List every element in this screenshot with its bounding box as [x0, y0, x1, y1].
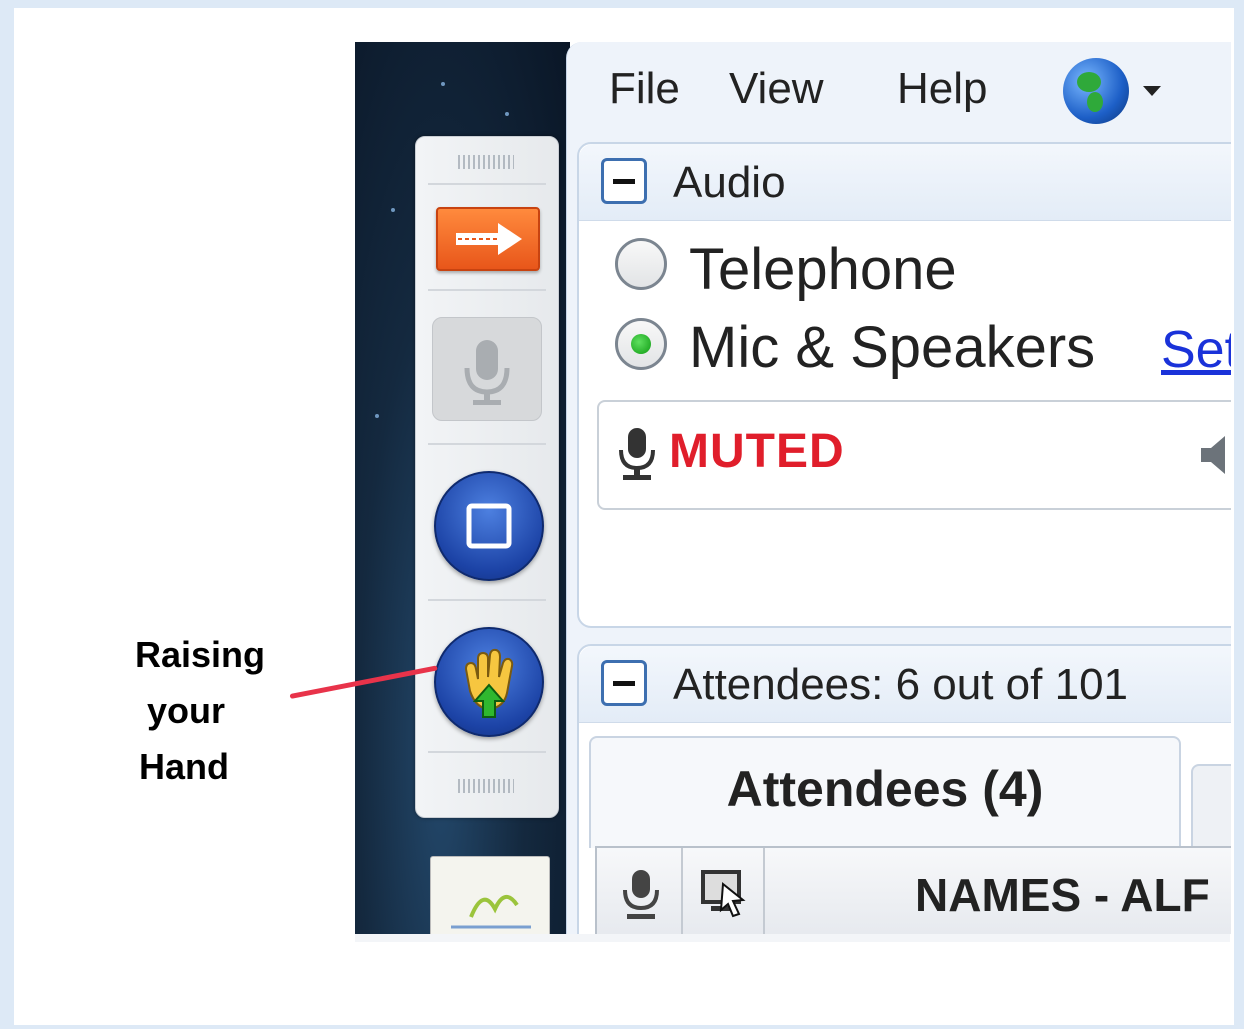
audio-panel-header: Audio: [579, 144, 1231, 221]
attendees-collapse-button[interactable]: [601, 660, 647, 706]
microphone-icon: [464, 340, 510, 405]
muted-status: MUTED: [669, 425, 845, 478]
attendees-count-title: Attendees: 6 out of 101: [673, 660, 1129, 709]
floating-toolbar: [415, 136, 559, 818]
annotation-line-3: Hand: [139, 746, 229, 787]
share-screen-button[interactable]: [434, 471, 544, 581]
audio-panel: Audio Telephone Mic & Speakers Set MUTED: [577, 142, 1231, 628]
toolbar-grip-top[interactable]: [458, 155, 514, 169]
globe-land-shape: [1077, 72, 1101, 92]
menu-bar: File View Help: [567, 42, 1231, 138]
telephone-radio[interactable]: [615, 238, 667, 290]
tab-attendees[interactable]: Attendees (4): [589, 736, 1181, 848]
column-divider: [763, 848, 765, 934]
star-decoration: [391, 208, 395, 212]
annotation-line-1: Raising: [134, 634, 266, 675]
attendees-panel-header: Attendees: 6 out of 101: [579, 646, 1231, 723]
mic-toggle-button[interactable]: [432, 317, 542, 421]
mic-speakers-radio[interactable]: [615, 318, 667, 370]
audio-panel-title: Audio: [673, 158, 786, 207]
chevron-down-icon[interactable]: [1143, 86, 1161, 96]
toolbar-divider: [428, 599, 546, 601]
star-decoration: [441, 82, 445, 86]
star-decoration: [505, 112, 509, 116]
window-bottom-edge: [355, 934, 1230, 942]
microphone-icon: [619, 428, 655, 480]
annotation-line-2: your: [146, 690, 225, 731]
collapse-panel-button[interactable]: [436, 207, 540, 271]
column-divider: [681, 848, 683, 934]
toolbar-grip-bottom[interactable]: [458, 779, 514, 793]
attendees-panel: Attendees: 6 out of 101 Attendees (4) NA…: [577, 644, 1231, 934]
audio-collapse-button[interactable]: [601, 158, 647, 204]
meeting-app-window: File View Help Audio Telephone Mic & Spe…: [566, 42, 1231, 934]
screen-icon: [466, 503, 512, 549]
toolbar-divider: [428, 443, 546, 445]
raise-hand-button[interactable]: [434, 627, 544, 737]
radio-selected-dot: [631, 334, 651, 354]
tab-attendees-label: Attendees (4): [726, 761, 1044, 817]
attendee-list-header: NAMES - ALF: [595, 846, 1231, 934]
menu-file[interactable]: File: [609, 64, 680, 114]
mic-speakers-label[interactable]: Mic & Speakers: [689, 314, 1095, 381]
toolbar-divider: [428, 289, 546, 291]
file-icon: [451, 895, 531, 929]
star-decoration: [375, 414, 379, 418]
raise-hand-icon: [464, 648, 514, 718]
audio-status-box: MUTED: [597, 400, 1231, 510]
presenter-screen-icon[interactable]: [697, 866, 753, 922]
setup-link[interactable]: Set: [1161, 320, 1231, 380]
toolbar-divider: [428, 751, 546, 753]
speaker-icon[interactable]: [1197, 432, 1231, 478]
toolbar-divider: [428, 183, 546, 185]
desktop-file-icon[interactable]: [430, 856, 550, 938]
globe-land-shape: [1087, 92, 1103, 112]
names-column-header[interactable]: NAMES - ALF: [915, 868, 1210, 922]
microphone-icon[interactable]: [619, 868, 663, 922]
tab-secondary[interactable]: [1191, 764, 1231, 850]
menu-view[interactable]: View: [729, 64, 824, 114]
telephone-label[interactable]: Telephone: [689, 236, 957, 303]
globe-icon[interactable]: [1063, 58, 1129, 124]
menu-help[interactable]: Help: [897, 64, 988, 114]
arrow-right-icon: [456, 223, 522, 255]
